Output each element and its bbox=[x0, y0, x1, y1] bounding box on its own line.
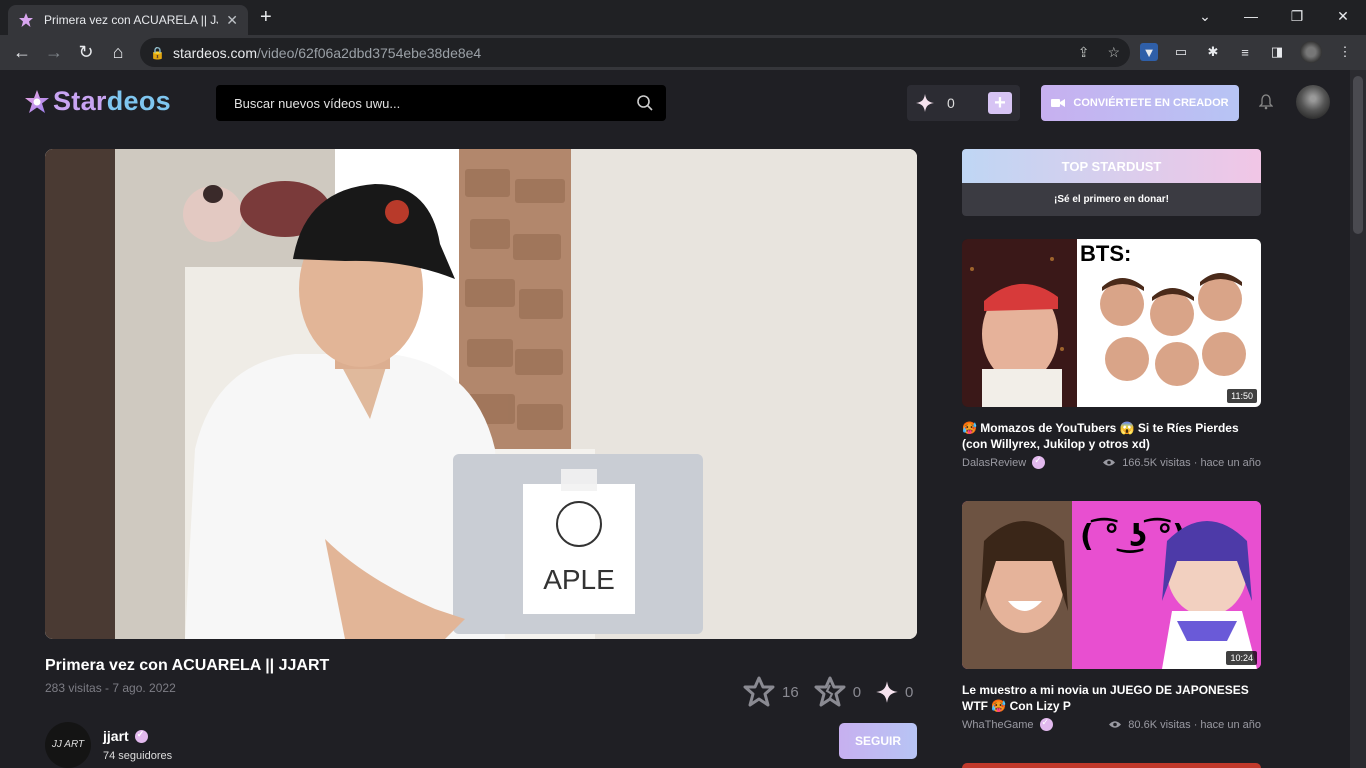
video-actions: 16 0 0 bbox=[742, 676, 927, 708]
channel-name: jjart bbox=[103, 728, 129, 744]
notification-bell-icon[interactable] bbox=[1259, 94, 1273, 110]
browser-tab-strip: Primera vez con ACUARELA || JJA ✕ + ⌄ — … bbox=[0, 0, 1366, 35]
become-creator-label: CONVIÉRTETE EN CREADOR bbox=[1073, 97, 1229, 109]
thumbnail-art: ( ͡° ͜ʖ ͡°) bbox=[962, 501, 1261, 669]
dislike-button[interactable]: 0 bbox=[813, 676, 861, 708]
eye-icon bbox=[1103, 459, 1116, 466]
views-and-age: 166.5K visitas · hace un año bbox=[1122, 456, 1261, 469]
related-video-stats: 166.5K visitas · hace un año bbox=[1102, 457, 1261, 469]
stardust-balance: 0 bbox=[947, 95, 955, 111]
search-box bbox=[216, 85, 666, 121]
channel-name-row[interactable]: jjart bbox=[103, 728, 148, 744]
star-like-icon bbox=[743, 676, 775, 707]
thumbnail-art: BTS: bbox=[962, 239, 1261, 407]
add-stardust-button[interactable]: + bbox=[988, 92, 1012, 114]
forward-icon[interactable]: → bbox=[38, 42, 70, 63]
eye-icon bbox=[1109, 721, 1122, 728]
extension-shield-icon[interactable]: ▼ bbox=[1140, 43, 1158, 61]
channel-followers: 74 seguidores bbox=[103, 750, 173, 762]
tab-search-icon[interactable]: ⌄ bbox=[1182, 0, 1228, 32]
tab-title: Primera vez con ACUARELA || JJA bbox=[44, 13, 219, 27]
video-duration: 10:24 bbox=[1226, 651, 1257, 665]
scrollbar-thumb[interactable] bbox=[1353, 76, 1363, 234]
window-controls: ⌄ — ❐ ✕ bbox=[1182, 0, 1366, 32]
lock-icon[interactable]: 🔒 bbox=[150, 46, 165, 60]
verified-badge-icon bbox=[134, 729, 148, 743]
user-avatar[interactable] bbox=[1296, 85, 1330, 119]
video-thumbnail[interactable]: BTS: 11:50 bbox=[962, 239, 1261, 407]
video-thumbnail[interactable]: ( ͡° ͜ʖ ͡°) 10:24 bbox=[962, 501, 1261, 669]
video-frame: APLE bbox=[45, 149, 917, 639]
related-video-card[interactable]: BTS: 11:50 🥵 Momazos de YouTubers 😱 Si t… bbox=[962, 239, 1261, 469]
related-video-stats: 80.6K visitas · hace un año bbox=[1108, 719, 1261, 731]
url-host: stardeos.com bbox=[172, 44, 257, 61]
related-video-title[interactable]: 🥵 Momazos de YouTubers 😱 Si te Ríes Pier… bbox=[962, 420, 1261, 452]
related-video-title[interactable]: Le muestro a mi novia un JUEGO DE JAPONE… bbox=[962, 682, 1261, 714]
channel-name: WhaTheGame bbox=[962, 718, 1034, 731]
extension-card-icon[interactable]: ▭ bbox=[1172, 43, 1190, 61]
profile-avatar[interactable] bbox=[1300, 41, 1322, 63]
search-input[interactable] bbox=[234, 95, 624, 111]
logo-text-star: Star bbox=[53, 86, 107, 116]
become-creator-button[interactable]: CONVIÉRTETE EN CREADOR bbox=[1041, 85, 1239, 121]
browser-toolbar: ← → ↻ ⌂ 🔒 stardeos.com/video/62f06a2dbd3… bbox=[0, 35, 1366, 70]
stardeos-logo[interactable]: Stardeos bbox=[24, 86, 171, 117]
minimize-icon[interactable]: — bbox=[1228, 0, 1274, 32]
logo-text-deos: deos bbox=[106, 86, 171, 116]
broken-star-icon bbox=[814, 676, 846, 707]
top-stardust-panel: TOP STARDUST ¡Sé el primero en donar! bbox=[962, 149, 1261, 216]
like-button[interactable]: 16 bbox=[742, 676, 799, 708]
follow-button[interactable]: SEGUIR bbox=[839, 723, 917, 759]
verified-badge-icon bbox=[1039, 717, 1053, 731]
related-video-card[interactable]: ( ͡° ͜ʖ ͡°) 10:24 Le muestro a mi novia … bbox=[962, 501, 1261, 731]
channel-name: DalasReview bbox=[962, 456, 1027, 469]
stardeos-page: Stardeos 0 + CONVIÉRTETE EN CREADOR bbox=[0, 70, 1350, 768]
verified-badge-icon bbox=[1032, 455, 1046, 469]
home-icon[interactable]: ⌂ bbox=[102, 42, 134, 63]
search-icon[interactable] bbox=[636, 94, 654, 112]
chrome-menu-icon[interactable]: ⋮ bbox=[1336, 43, 1354, 61]
donate-stardust-button[interactable]: 0 bbox=[875, 680, 913, 704]
top-stardust-title: TOP STARDUST bbox=[962, 149, 1261, 183]
video-title: Primera vez con ACUARELA || JJART bbox=[45, 657, 330, 674]
browser-tab[interactable]: Primera vez con ACUARELA || JJA ✕ bbox=[8, 5, 248, 35]
new-tab-icon[interactable]: + bbox=[260, 6, 272, 29]
restore-icon[interactable]: ❐ bbox=[1274, 0, 1320, 32]
stardust-count: 0 bbox=[905, 683, 914, 701]
reload-icon[interactable]: ↻ bbox=[70, 42, 102, 63]
extensions-puzzle-icon[interactable]: ✱ bbox=[1204, 43, 1222, 61]
next-card-peek bbox=[962, 763, 1261, 768]
laptop-sign-text: APLE bbox=[543, 564, 615, 595]
related-video-channel[interactable]: DalasReview bbox=[962, 455, 1046, 469]
bookmark-star-icon[interactable]: ☆ bbox=[1107, 44, 1120, 61]
stardeos-favicon-icon bbox=[19, 13, 33, 27]
media-queue-icon[interactable]: ≡ bbox=[1236, 43, 1254, 61]
video-player[interactable]: APLE bbox=[45, 149, 917, 639]
like-count: 16 bbox=[782, 683, 799, 701]
extensions-area: ▼ ▭ ✱ ≡ ◨ ⋮ bbox=[1140, 41, 1354, 63]
top-stardust-empty: ¡Sé el primero en donar! bbox=[962, 183, 1261, 216]
site-header: Stardeos 0 + CONVIÉRTETE EN CREADOR bbox=[0, 70, 1350, 134]
back-icon[interactable]: ← bbox=[6, 42, 38, 63]
tab-close-icon[interactable]: ✕ bbox=[226, 12, 238, 29]
video-meta: 283 visitas - 7 ago. 2022 bbox=[45, 681, 176, 695]
stardust-icon bbox=[916, 94, 934, 112]
address-bar[interactable]: 🔒 stardeos.com/video/62f06a2dbd3754ebe38… bbox=[140, 38, 1130, 67]
url-path: /video/62f06a2dbd3754ebe38de8e4 bbox=[257, 44, 482, 61]
channel-avatar[interactable]: JJ ART bbox=[45, 722, 91, 768]
side-panel-icon[interactable]: ◨ bbox=[1268, 43, 1286, 61]
stardust-wallet: 0 + bbox=[907, 85, 1020, 121]
stardust-donate-icon bbox=[876, 681, 898, 703]
close-window-icon[interactable]: ✕ bbox=[1320, 0, 1366, 32]
page-scrollbar[interactable] bbox=[1350, 70, 1366, 768]
share-icon[interactable]: ⇪ bbox=[1078, 44, 1090, 61]
video-duration: 11:50 bbox=[1227, 389, 1257, 403]
stardeos-logo-icon bbox=[25, 89, 49, 113]
related-video-channel[interactable]: WhaTheGame bbox=[962, 717, 1053, 731]
camera-icon bbox=[1051, 99, 1066, 107]
thumbnail-overlay-text: BTS: bbox=[1080, 241, 1131, 266]
views-and-age: 80.6K visitas · hace un año bbox=[1128, 718, 1261, 731]
dislike-count: 0 bbox=[852, 683, 862, 701]
